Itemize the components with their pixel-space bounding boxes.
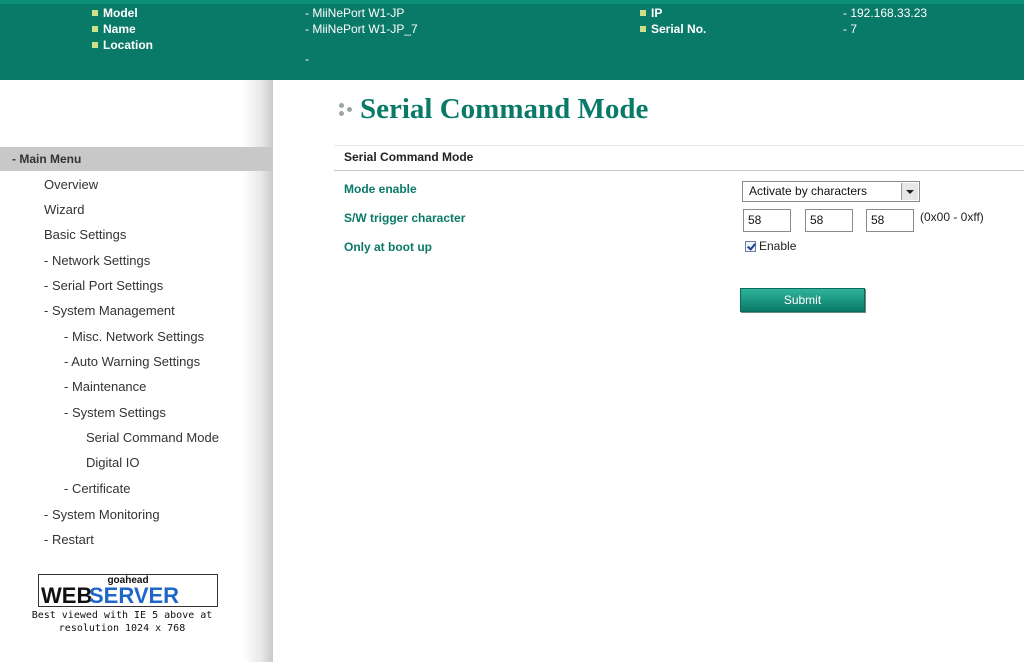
mode-enable-select[interactable]: Activate by characters xyxy=(742,181,920,202)
main-menu-header[interactable]: - Main Menu xyxy=(0,147,272,171)
menu-item-basic-settings[interactable]: Basic Settings xyxy=(44,227,126,243)
square-bullet-icon xyxy=(640,9,646,16)
square-bullet-icon xyxy=(92,9,98,16)
browser-note-line1: Best viewed with IE 5 above at xyxy=(31,610,213,621)
boot-only-label: Only at boot up xyxy=(344,240,432,254)
menu-item-system-monitoring[interactable]: - System Monitoring xyxy=(44,507,160,523)
menu-item-system-management[interactable]: - System Management xyxy=(44,303,175,319)
trigger-character-input-1[interactable]: 58 xyxy=(743,209,791,232)
square-bullet-icon xyxy=(92,41,98,48)
name-label: Name xyxy=(103,22,136,36)
location-value: - xyxy=(305,52,309,66)
trigger-character-input-2[interactable]: 58 xyxy=(805,209,853,232)
submit-button[interactable]: Submit xyxy=(740,288,865,312)
page-title: Serial Command Mode xyxy=(336,92,648,126)
model-label: Model xyxy=(103,6,138,20)
section-title: Serial Command Mode xyxy=(344,150,474,164)
menu-item-system-settings[interactable]: - System Settings xyxy=(64,405,166,421)
goahead-webserver-logo: goahead WEB SERVER xyxy=(38,574,218,607)
serial-value: - 7 xyxy=(843,22,858,36)
menu-item-digital-io[interactable]: Digital IO xyxy=(86,455,139,471)
trigger-character-input-3[interactable]: 58 xyxy=(866,209,914,232)
model-label-row: Model xyxy=(92,6,138,21)
dots-icon xyxy=(336,101,358,119)
menu-item-restart[interactable]: - Restart xyxy=(44,532,94,548)
mode-enable-selected-value: Activate by characters xyxy=(749,184,868,198)
location-label: Location xyxy=(103,38,153,52)
ip-value: - 192.168.33.23 xyxy=(843,6,928,20)
model-value: - MiiNePort W1-JP xyxy=(305,6,405,20)
ip-label-row: IP xyxy=(640,6,662,21)
name-label-row: Name xyxy=(92,22,136,37)
trigger-character-label: S/W trigger character xyxy=(344,211,466,225)
trigger-range-hint: (0x00 - 0xff) xyxy=(920,210,984,224)
serial-label-row: Serial No. xyxy=(640,22,706,37)
menu-item-maintenance[interactable]: - Maintenance xyxy=(64,379,146,395)
square-bullet-icon xyxy=(640,25,646,32)
menu-item-auto-warning-settings[interactable]: - Auto Warning Settings xyxy=(64,354,200,370)
menu-item-serial-port-settings[interactable]: - Serial Port Settings xyxy=(44,278,163,294)
mode-enable-label: Mode enable xyxy=(344,182,417,196)
browser-note-line2: resolution 1024 x 768 xyxy=(58,623,186,634)
serial-label: Serial No. xyxy=(651,22,707,36)
menu-item-serial-command-mode[interactable]: Serial Command Mode xyxy=(86,430,219,446)
page-title-text: Serial Command Mode xyxy=(360,93,649,125)
name-value: - MiiNePort W1-JP_7 xyxy=(305,22,418,36)
menu-item-misc-network-settings[interactable]: - Misc. Network Settings xyxy=(64,329,204,345)
boot-enable-label[interactable]: Enable xyxy=(759,238,796,254)
location-label-row: Location xyxy=(92,38,153,53)
menu-item-overview[interactable]: Overview xyxy=(44,177,98,193)
logo-web-text: WEB xyxy=(41,583,93,608)
boot-enable-checkbox[interactable] xyxy=(745,241,756,252)
menu-item-network-settings[interactable]: - Network Settings xyxy=(44,253,150,269)
ip-label: IP xyxy=(651,6,663,20)
menu-item-certificate[interactable]: - Certificate xyxy=(64,481,130,497)
chevron-down-icon[interactable] xyxy=(901,183,918,200)
square-bullet-icon xyxy=(92,25,98,32)
menu-item-wizard[interactable]: Wizard xyxy=(44,202,84,218)
logo-server-text: SERVER xyxy=(89,583,180,608)
